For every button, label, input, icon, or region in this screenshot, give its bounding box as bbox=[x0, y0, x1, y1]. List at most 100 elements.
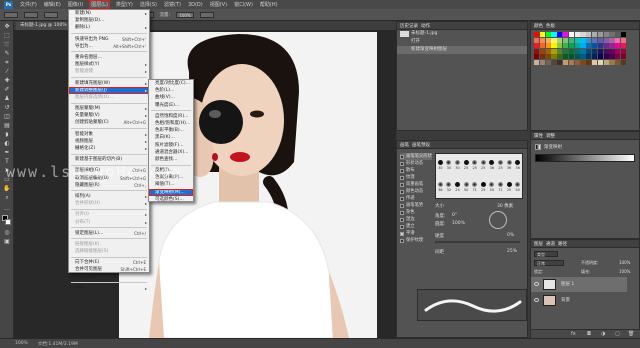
color-swatch[interactable] bbox=[586, 37, 592, 43]
visibility-eye-icon[interactable] bbox=[534, 298, 539, 302]
size-value[interactable]: 30 像素 bbox=[497, 203, 513, 209]
brush-tip[interactable]: 50 bbox=[462, 176, 471, 198]
eyedropper-tool-icon[interactable]: ⁄ bbox=[3, 68, 11, 75]
brush-option[interactable]: 散布 bbox=[400, 167, 432, 174]
color-swatch[interactable] bbox=[539, 43, 546, 48]
adjust-menu-item[interactable]: 色阶(L)... bbox=[149, 87, 193, 94]
color-swatch[interactable] bbox=[620, 59, 627, 65]
brush-panel-toggle[interactable] bbox=[44, 11, 58, 18]
color-swatch[interactable] bbox=[539, 37, 546, 43]
color-swatch[interactable] bbox=[574, 43, 580, 48]
color-swatch[interactable] bbox=[597, 59, 604, 65]
color-swatch[interactable] bbox=[591, 37, 598, 43]
color-swatch[interactable] bbox=[615, 37, 621, 43]
color-swatch[interactable] bbox=[580, 48, 586, 54]
color-swatch[interactable] bbox=[574, 54, 580, 59]
brush-tip[interactable]: 50 bbox=[513, 176, 522, 198]
color-swatch[interactable] bbox=[551, 32, 557, 37]
color-swatch[interactable] bbox=[615, 54, 621, 59]
brush-option-checkbox[interactable] bbox=[400, 175, 404, 180]
brush-tip[interactable]: 25 bbox=[479, 176, 488, 198]
color-swatch[interactable] bbox=[568, 54, 575, 59]
color-swatch[interactable] bbox=[545, 59, 551, 65]
layer-fill-value[interactable]: 100% bbox=[619, 269, 630, 274]
color-swatch[interactable] bbox=[580, 54, 586, 59]
marquee-tool-icon[interactable]: ⬚ bbox=[3, 32, 11, 39]
color-swatch[interactable] bbox=[580, 32, 586, 37]
tab-actions[interactable]: 动作 bbox=[421, 23, 430, 29]
color-swatch[interactable] bbox=[574, 32, 580, 37]
color-swatch[interactable] bbox=[586, 43, 592, 48]
layer-menu-item[interactable]: 栅格化(Z) ▸ bbox=[69, 145, 149, 152]
color-swatch[interactable] bbox=[534, 59, 540, 65]
tab-brush[interactable]: 画笔 bbox=[400, 142, 409, 148]
layer-kind-filter[interactable]: 类型 bbox=[534, 251, 558, 257]
history-step[interactable]: 打开 bbox=[397, 38, 527, 46]
layer-row[interactable]: 图层 1 bbox=[531, 277, 627, 292]
color-swatch[interactable] bbox=[562, 43, 569, 48]
color-swatch[interactable] bbox=[574, 48, 580, 54]
roundness-value[interactable]: 100% bbox=[452, 221, 465, 226]
layer-menu-item[interactable]: 新建填充图层(W) ▸ bbox=[69, 80, 149, 87]
color-swatch[interactable] bbox=[615, 59, 621, 65]
brush-option-checkbox[interactable] bbox=[400, 189, 404, 194]
tab-channels[interactable]: 通道 bbox=[546, 241, 555, 247]
trash-icon[interactable]: 🗑 bbox=[628, 331, 634, 337]
hardness-value[interactable]: 0% bbox=[507, 233, 514, 238]
color-swatch[interactable] bbox=[586, 48, 592, 54]
color-swatch[interactable] bbox=[586, 54, 592, 59]
color-swatch[interactable] bbox=[620, 54, 627, 59]
color-swatch[interactable] bbox=[574, 37, 580, 43]
color-swatch[interactable] bbox=[557, 37, 563, 43]
color-swatch[interactable] bbox=[551, 43, 557, 48]
color-swatch[interactable] bbox=[597, 32, 604, 37]
color-swatch[interactable] bbox=[586, 59, 592, 65]
blend-mode-select[interactable]: 正常 bbox=[534, 260, 564, 266]
tab-history[interactable]: 历史记录 bbox=[400, 23, 418, 29]
color-swatch[interactable] bbox=[545, 48, 551, 54]
color-swatch[interactable] bbox=[586, 32, 592, 37]
gradient-preview-bar[interactable] bbox=[535, 154, 635, 162]
brush-option[interactable]: 建立 bbox=[400, 223, 432, 230]
brush-tip[interactable]: 25 bbox=[453, 176, 462, 198]
layer-menu-item[interactable]: 排列(A) ▸ bbox=[69, 193, 149, 200]
color-swatch[interactable] bbox=[580, 59, 586, 65]
adjust-menu-item[interactable]: 通道混合器(X)... bbox=[149, 149, 193, 156]
color-swatch[interactable] bbox=[568, 43, 575, 48]
color-swatch[interactable] bbox=[609, 32, 615, 37]
color-swatch[interactable] bbox=[591, 54, 598, 59]
adjust-menu-item[interactable]: 色彩平衡(B)... bbox=[149, 127, 193, 134]
brush-option-checkbox[interactable] bbox=[400, 168, 404, 173]
color-swatch[interactable] bbox=[539, 59, 546, 65]
history-snapshot[interactable]: 未标题-1.jpg bbox=[397, 30, 527, 38]
color-swatch[interactable] bbox=[603, 54, 609, 59]
color-swatch[interactable] bbox=[557, 59, 563, 65]
color-swatch[interactable] bbox=[534, 37, 540, 43]
menu-view[interactable]: 视图(V) bbox=[210, 1, 227, 8]
color-swatch[interactable] bbox=[551, 59, 557, 65]
color-swatch[interactable] bbox=[568, 37, 575, 43]
color-swatch[interactable] bbox=[597, 48, 604, 54]
layer-menu-item[interactable]: 重命名图层... bbox=[69, 54, 149, 61]
layer-menu-item[interactable]: 复制图层(D)... bbox=[69, 17, 149, 24]
brush-option-checkbox[interactable] bbox=[400, 161, 404, 166]
color-swatch[interactable] bbox=[591, 32, 598, 37]
layer-menu-item[interactable]: 矢量蒙版(V) ▸ bbox=[69, 112, 149, 119]
brush-option[interactable]: 颜色动态 bbox=[400, 188, 432, 195]
brush-tip[interactable]: 30 bbox=[445, 154, 454, 176]
color-swatch[interactable] bbox=[597, 54, 604, 59]
brush-option-checkbox[interactable] bbox=[400, 238, 404, 243]
layer-menu-item[interactable]: 导出为... Alt+Shift+Ctrl+' bbox=[69, 43, 149, 50]
menu-layer[interactable]: 图层(L) bbox=[89, 0, 110, 9]
menu-image[interactable]: 图像(I) bbox=[68, 1, 83, 8]
color-swatch[interactable] bbox=[580, 43, 586, 48]
angle-value[interactable]: 0° bbox=[452, 213, 457, 218]
layer-row[interactable]: 背景 bbox=[531, 293, 627, 308]
color-swatch[interactable] bbox=[568, 32, 575, 37]
color-swatch[interactable] bbox=[534, 54, 540, 59]
adjust-menu-item[interactable]: 颜色查找... bbox=[149, 156, 193, 163]
adjust-menu-item[interactable]: 色相/饱和度(H)... bbox=[149, 120, 193, 127]
color-swatch[interactable] bbox=[603, 32, 609, 37]
color-swatch[interactable] bbox=[534, 43, 540, 48]
brush-option[interactable]: 平滑 bbox=[400, 230, 432, 237]
